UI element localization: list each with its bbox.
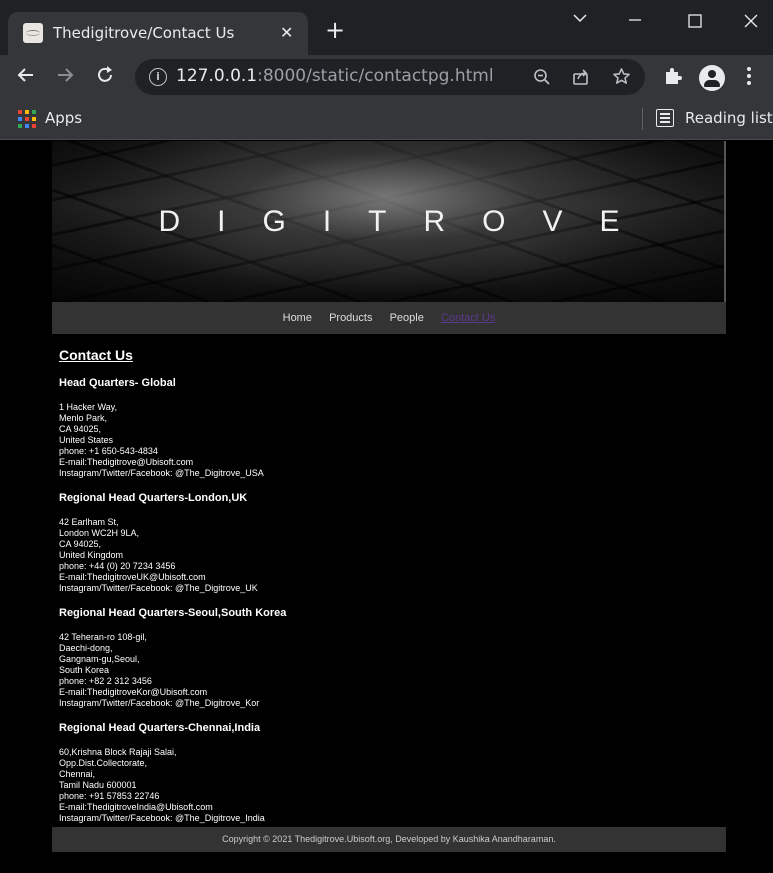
close-window-icon[interactable] (744, 13, 758, 32)
office-address-line: Tamil Nadu 600001 (59, 780, 137, 790)
office-address-line: E-mail:ThedigitroveUK@Ubisoft.com (59, 572, 206, 582)
reload-icon[interactable] (95, 65, 115, 89)
reading-list-icon[interactable] (656, 109, 674, 127)
site-favicon-icon (23, 23, 43, 43)
tab-search-icon[interactable] (572, 12, 588, 27)
menu-kebab-icon[interactable] (746, 66, 752, 90)
office-block: Head Quarters- Global 1 Hacker Way, Menlo … (59, 376, 719, 479)
office-title: Regional Head Quarters-Seoul,South Korea (59, 607, 287, 619)
url-text[interactable]: 127.0.0.1:8000/static/contactpg.html (176, 66, 494, 86)
bookmarks-bar: Apps Reading list (0, 100, 773, 140)
office-address-line: United States (59, 435, 114, 445)
office-address-line: South Korea (59, 665, 110, 675)
office-address-line: E-mail:ThedigitroveIndia@Ubisoft.com (59, 802, 213, 812)
office-block: Regional Head Quarters-Chennai,India 60,K… (59, 721, 719, 824)
site-info-icon[interactable]: i (149, 68, 167, 86)
offices-list: Head Quarters- Global 1 Hacker Way, Menlo … (59, 376, 719, 824)
office-address-line: Instagram/Twitter/Facebook: @The_Digitro… (59, 698, 260, 708)
office-address-line: CA 94025, (59, 539, 102, 549)
bookmarks-separator (642, 108, 643, 130)
office-address-line: Instagram/Twitter/Facebook: @The_Digitro… (59, 468, 264, 478)
office-address-line: Gangnam-gu,Seoul, (59, 654, 140, 664)
office-title: Regional Head Quarters-London,UK (59, 492, 248, 504)
zoom-out-icon[interactable] (533, 68, 551, 91)
nav-home-link[interactable]: Home (283, 302, 312, 334)
office-address-line: phone: +82 2 312 3456 (59, 676, 152, 686)
office-title: Regional Head Quarters-Chennai,India (59, 722, 261, 734)
office-address-line: phone: +1 650-543-4834 (59, 446, 158, 456)
page-footer: Copyright © 2021 Thedigitrove.Ubisoft.or… (52, 827, 726, 852)
forward-arrow-icon[interactable] (55, 65, 75, 89)
new-tab-icon[interactable]: + (325, 18, 345, 42)
office-title: Head Quarters- Global (59, 377, 176, 389)
reading-list-button[interactable]: Reading list (685, 109, 773, 127)
profile-avatar-icon[interactable] (699, 65, 725, 91)
minimize-icon[interactable] (628, 12, 642, 31)
contact-content: Contact Us Head Quarters- Global 1 Hacker… (59, 346, 719, 836)
apps-bookmark[interactable]: Apps (45, 109, 82, 127)
office-address-line: London WC2H 9LA, (59, 528, 140, 538)
back-arrow-icon[interactable] (16, 65, 36, 89)
office-address-line: E-mail:Thedigitrove@Ubisoft.com (59, 457, 194, 467)
office-address-line: Daechi-dong, (59, 643, 113, 653)
apps-grid-icon[interactable] (18, 110, 36, 128)
extensions-puzzle-icon[interactable] (663, 66, 683, 90)
browser-tab[interactable]: Thedigitrove/Contact Us ✕ (8, 12, 308, 56)
share-icon[interactable] (572, 68, 590, 91)
url-path: :8000/static/contactpg.html (257, 66, 494, 86)
nav-contact-link[interactable]: Contact Us (441, 302, 495, 334)
address-bar[interactable]: i 127.0.0.1:8000/static/contactpg.html (135, 59, 645, 95)
nav-products-link[interactable]: Products (329, 302, 372, 334)
close-tab-icon[interactable]: ✕ (280, 23, 293, 42)
office-address-line: Instagram/Twitter/Facebook: @The_Digitro… (59, 813, 265, 823)
url-host: 127.0.0.1 (176, 66, 258, 86)
site-navbar: Home Products People Contact Us (52, 302, 726, 334)
nav-people-link[interactable]: People (390, 302, 424, 334)
office-block: Regional Head Quarters-Seoul,South Korea… (59, 606, 719, 709)
maximize-icon[interactable] (688, 13, 702, 32)
header-banner-image: DIGITROVE (52, 141, 726, 302)
office-address-line: 1 Hacker Way, (59, 402, 118, 412)
page-title: Contact Us (59, 347, 133, 363)
office-address-line: 42 Earlham St, (59, 517, 119, 527)
office-address-line: United Kingdom (59, 550, 124, 560)
office-address-line: phone: +44 (0) 20 7234 3456 (59, 561, 176, 571)
tab-title: Thedigitrove/Contact Us (53, 24, 235, 42)
office-address-line: Opp.Dist.Collectorate, (59, 758, 148, 768)
browser-toolbar: i 127.0.0.1:8000/static/contactpg.html (0, 55, 773, 100)
browser-titlebar: Thedigitrove/Contact Us ✕ + (0, 0, 773, 56)
office-address-line: Menlo Park, (59, 413, 108, 423)
banner-logo-text: DIGITROVE (158, 205, 657, 238)
office-address-line: 60,Krishna Block Rajaji Salai, (59, 747, 177, 757)
office-address-line: E-mail:ThedigitroveKor@Ubisoft.com (59, 687, 208, 697)
office-address-line: phone: +91 57853 22746 (59, 791, 160, 801)
office-address-line: CA 94025, (59, 424, 102, 434)
office-block: Regional Head Quarters-London,UK 42 Earlh… (59, 491, 719, 594)
office-address-line: Instagram/Twitter/Facebook: @The_Digitro… (59, 583, 258, 593)
page-viewport: DIGITROVE Home Products People Contact U… (0, 141, 773, 873)
bookmark-star-icon[interactable] (612, 67, 631, 91)
office-address-line: Chennai, (59, 769, 96, 779)
office-address-line: 42 Teheran-ro 108-gil, (59, 632, 147, 642)
